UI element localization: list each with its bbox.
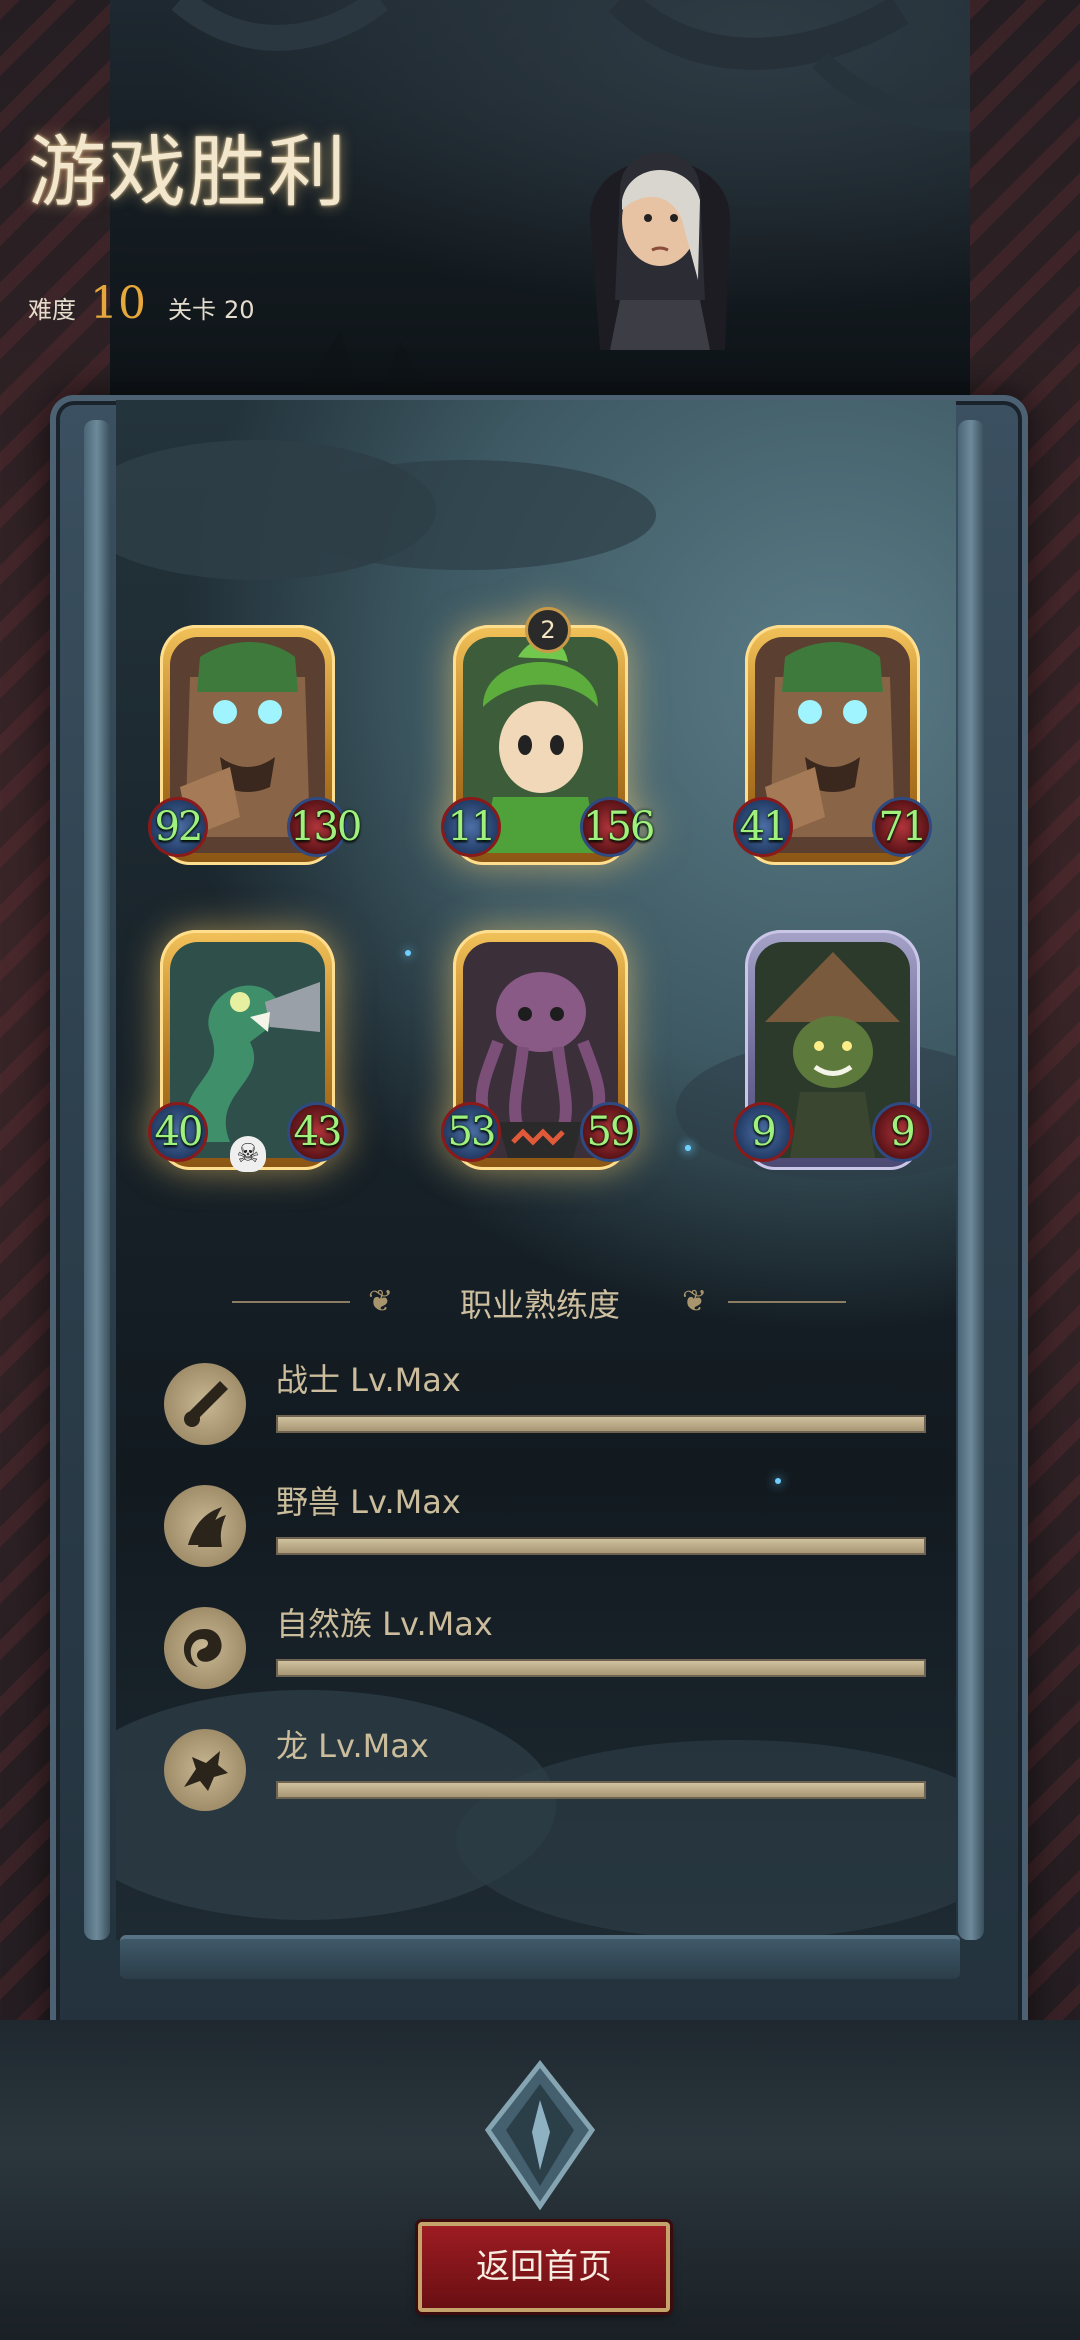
unit-card-sea-serpent[interactable]: ☠ 40 43 [148,930,347,1172]
health-stat: 43 [287,1102,347,1162]
unit-card-goblin[interactable]: 99 [733,930,932,1170]
health-stat: 130 [287,797,362,857]
panel-pillar-right [958,420,984,1940]
difficulty-value: 10 [90,278,146,329]
unit-card-leaf-sprite[interactable]: 2 11 156 [441,607,655,865]
mastery-title: 职业熟练度 [459,1286,620,1324]
return-home-button[interactable]: 返回首页 [418,2222,670,2312]
mastery-progress-bar [276,1537,926,1555]
card-badge: 2 [525,607,571,653]
run-stats: 难度 10 关卡 20 [28,278,255,329]
attack-stat: 9 [733,1102,793,1162]
hero-portrait [590,152,730,350]
stage-label: 关卡 [168,296,216,324]
mastery-progress-fill [278,1661,924,1675]
unit-card-octopus[interactable]: 53 59 [441,930,640,1170]
difficulty-label: 难度 [28,296,76,324]
mastery-progress-fill [278,1783,924,1797]
cloud [276,460,656,570]
mastery-row: 野兽 Lv.Max [164,1477,926,1577]
mastery-label: 自然族 Lv.Max [276,1605,493,1643]
panel-bottom-rail [120,1935,960,1979]
unit-card-treant[interactable]: 92 130 [148,625,362,865]
mastery-progress-fill [278,1417,924,1431]
panel-pillar-left [84,420,110,1940]
swirl-icon [164,1607,246,1689]
mastery-row: 龙 Lv.Max [164,1721,926,1821]
stage-value: 20 [224,296,255,324]
mastery-label: 龙 Lv.Max [276,1727,429,1765]
sword-icon [164,1363,246,1445]
attack-stat: 41 [733,797,793,857]
mastery-row: 自然族 Lv.Max [164,1599,926,1699]
skull-icon: ☠ [230,1136,266,1172]
mastery-progress-fill [278,1539,924,1553]
crystal-gem-icon [484,2060,596,2210]
dragon-icon [164,1729,246,1811]
mastery-label: 野兽 Lv.Max [276,1483,461,1521]
swirl-right-icon: ❦ [682,1284,708,1319]
divider-right [728,1301,846,1303]
unit-card-treant[interactable]: 41 71 [733,625,932,865]
attack-stat: 40 [148,1102,208,1162]
mastery-progress-bar [276,1415,926,1433]
mastery-progress-bar [276,1659,926,1677]
mastery-progress-bar [276,1781,926,1799]
claw-icon [164,1485,246,1567]
health-stat: 156 [580,797,655,857]
health-stat: 9 [872,1102,932,1162]
sparkle [685,1145,691,1151]
mastery-row: 战士 Lv.Max [164,1355,926,1455]
attack-stat: 11 [441,797,501,857]
health-stat: 59 [580,1102,640,1162]
attack-stat: 53 [441,1102,501,1162]
mastery-label: 战士 Lv.Max [276,1361,461,1399]
attack-stat: 92 [148,797,208,857]
victory-title: 游戏胜利 [28,128,349,218]
sparkle [405,950,411,956]
health-stat: 71 [872,797,932,857]
